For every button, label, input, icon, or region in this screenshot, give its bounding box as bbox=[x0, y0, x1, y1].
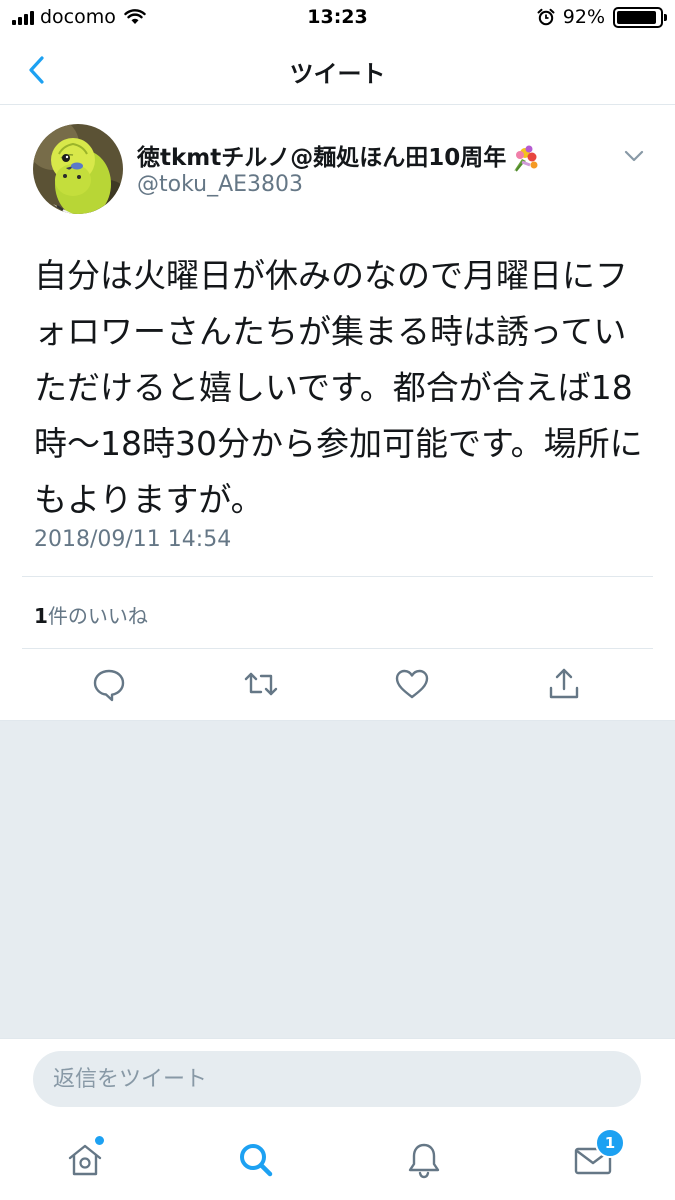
status-right: 92% bbox=[537, 6, 667, 28]
home-new-dot bbox=[95, 1136, 104, 1145]
tab-search[interactable] bbox=[234, 1138, 278, 1182]
divider bbox=[22, 648, 653, 649]
search-icon bbox=[240, 1144, 273, 1177]
tab-messages[interactable]: 1 bbox=[571, 1128, 625, 1182]
tweet-timestamp: 2018/09/11 14:54 bbox=[34, 527, 232, 552]
share-icon bbox=[549, 668, 579, 699]
reply-input[interactable] bbox=[33, 1051, 641, 1107]
likes-count: 1 bbox=[34, 604, 48, 628]
tweet-text: 自分は火曜日が休みのなので月曜日にフォロワーさんたちが集まる時は誘っていただける… bbox=[34, 256, 643, 519]
tab-notifications[interactable] bbox=[402, 1138, 446, 1182]
battery-icon bbox=[613, 6, 667, 28]
retweet-button[interactable] bbox=[241, 664, 281, 704]
bell-icon bbox=[408, 1143, 440, 1179]
username: @toku_AE3803 bbox=[137, 172, 304, 197]
likes-label: 件のいいね bbox=[47, 604, 148, 628]
alarm-clock-icon bbox=[537, 8, 555, 26]
like-button[interactable] bbox=[392, 664, 432, 704]
battery-fill bbox=[617, 10, 656, 24]
nav-bar: ツイート bbox=[0, 36, 675, 105]
likes-count-link[interactable]: 1件のいいね bbox=[34, 600, 148, 629]
battery-percent: 92% bbox=[562, 6, 605, 28]
budgie-avatar-image bbox=[33, 124, 123, 214]
page-title: ツイート bbox=[289, 60, 386, 88]
display-name-text: 徳tkmtチルノ@麺処ほん田10周年 bbox=[137, 145, 507, 171]
chevron-down-icon bbox=[624, 150, 644, 162]
reply-button[interactable] bbox=[89, 664, 129, 704]
tweet-options-button[interactable] bbox=[620, 142, 648, 170]
heart-icon bbox=[395, 669, 429, 699]
share-button[interactable] bbox=[544, 664, 584, 704]
retweet-icon bbox=[244, 672, 278, 696]
tab-home[interactable] bbox=[63, 1136, 107, 1182]
bouquet-icon bbox=[514, 145, 538, 172]
status-bar: docomo 13:23 92% bbox=[0, 0, 675, 36]
display-name[interactable]: 徳tkmtチルノ@麺処ほん田10周年 bbox=[137, 138, 540, 173]
tab-bar: 1 bbox=[0, 1120, 675, 1200]
divider bbox=[22, 576, 653, 577]
reply-icon bbox=[93, 669, 125, 702]
reply-bar bbox=[0, 1038, 675, 1121]
empty-replies-area bbox=[0, 720, 675, 1039]
avatar[interactable] bbox=[33, 124, 123, 214]
messages-badge: 1 bbox=[595, 1128, 625, 1158]
